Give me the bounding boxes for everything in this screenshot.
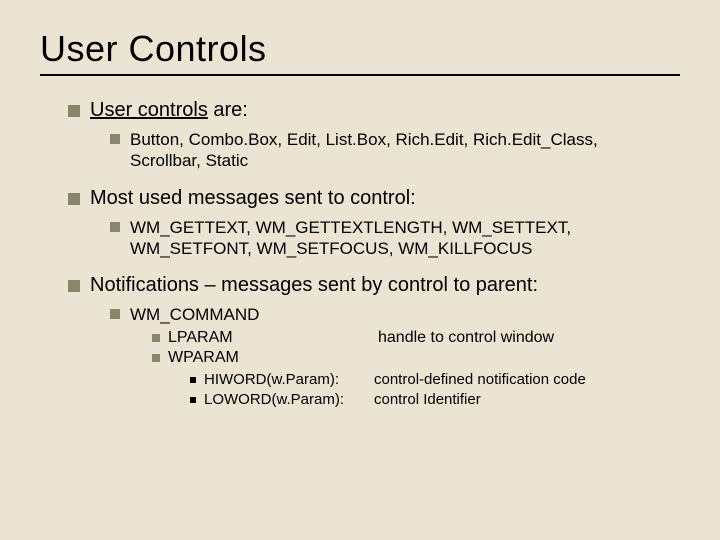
bullet-text: User controls are: <box>90 98 248 123</box>
subbullet-wmcommand: WM_COMMAND <box>110 304 670 325</box>
lead-rest: are: <box>208 99 248 121</box>
wparam-label: WPARAM <box>168 349 288 367</box>
bullet-user-controls: User controls are: <box>68 98 680 123</box>
bullet-text: Notifications – messages sent by control… <box>90 273 538 298</box>
loword-key: LOWORD(w.Param): <box>204 391 374 410</box>
square-bullet-icon <box>190 377 196 383</box>
square-bullet-icon <box>190 397 196 403</box>
lparam-desc: handle to control window <box>378 329 554 347</box>
loword-val: control Identifier <box>374 391 481 410</box>
square-bullet-icon <box>110 222 120 232</box>
subbullet-text: WM_GETTEXT, WM_GETTEXTLENGTH, WM_SETTEXT… <box>130 217 670 260</box>
subsub-wparam: WPARAM <box>152 349 680 367</box>
hiword-row: HIWORD(w.Param):control-defined notifica… <box>204 371 586 390</box>
slide-title: User Controls <box>40 28 680 70</box>
square-bullet-icon <box>110 309 120 319</box>
bullet-most-used-messages: Most used messages sent to control: <box>68 186 680 211</box>
square-bullet-icon <box>68 193 80 205</box>
lparam-label: LPARAM <box>168 329 288 347</box>
square-bullet-icon <box>68 105 80 117</box>
square-bullet-icon <box>152 334 160 342</box>
title-underline <box>40 74 680 76</box>
subsubsub-loword: LOWORD(w.Param):control Identifier <box>190 391 680 410</box>
hiword-val: control-defined notification code <box>374 371 586 390</box>
loword-row: LOWORD(w.Param):control Identifier <box>204 391 481 410</box>
underlined-term: User controls <box>90 99 208 121</box>
subsubsub-hiword: HIWORD(w.Param):control-defined notifica… <box>190 371 680 390</box>
subbullet-control-types: Button, Combo.Box, Edit, List.Box, Rich.… <box>110 129 670 172</box>
subsub-lparam: LPARAM handle to control window <box>152 329 680 347</box>
bullet-notifications: Notifications – messages sent by control… <box>68 273 680 298</box>
subbullet-text: Button, Combo.Box, Edit, List.Box, Rich.… <box>130 129 670 172</box>
square-bullet-icon <box>152 354 160 362</box>
subbullet-message-list: WM_GETTEXT, WM_GETTEXTLENGTH, WM_SETTEXT… <box>110 217 670 260</box>
bullet-text: Most used messages sent to control: <box>90 186 416 211</box>
subbullet-text: WM_COMMAND <box>130 304 259 325</box>
hiword-key: HIWORD(w.Param): <box>204 371 374 390</box>
square-bullet-icon <box>68 280 80 292</box>
square-bullet-icon <box>110 134 120 144</box>
